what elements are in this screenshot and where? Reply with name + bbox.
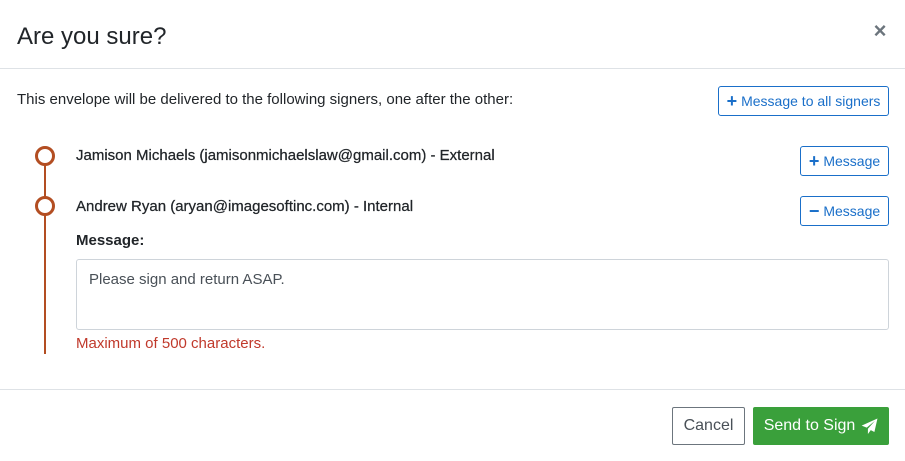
paper-plane-icon (861, 418, 878, 435)
character-limit-text: Maximum of 500 characters. (76, 335, 266, 352)
cancel-button[interactable]: Cancel (672, 407, 745, 445)
signer-item: Jamison Michaels (jamisonmichaelslaw@gma… (76, 147, 495, 164)
remove-message-button[interactable]: − Message (800, 196, 889, 226)
signer-timeline (44, 155, 46, 354)
message-label: Message: (76, 232, 145, 249)
message-to-all-signers-label: Message to all signers (741, 93, 881, 109)
timeline-dot-icon (35, 146, 55, 166)
signer-item: Andrew Ryan (aryan@imagesoftinc.com) - I… (76, 198, 414, 215)
plus-icon: + (808, 151, 820, 171)
close-icon[interactable]: × (866, 18, 894, 46)
timeline-dot-icon (35, 196, 55, 216)
add-message-button[interactable]: + Message (800, 146, 889, 176)
message-input[interactable]: Please sign and return ASAP. (76, 259, 889, 330)
intro-text: This envelope will be delivered to the f… (17, 91, 514, 108)
confirm-dialog: Are you sure? × This envelope will be de… (0, 0, 905, 461)
dialog-title: Are you sure? (17, 23, 167, 50)
plus-icon: + (726, 91, 738, 111)
send-to-sign-button[interactable]: Send to Sign (753, 407, 889, 445)
dialog-header: Are you sure? × (0, 0, 905, 69)
send-to-sign-label: Send to Sign (763, 417, 856, 434)
remove-message-label: Message (823, 203, 881, 219)
message-to-all-signers-button[interactable]: + Message to all signers (718, 86, 889, 116)
minus-icon: − (808, 201, 820, 221)
add-message-label: Message (823, 153, 881, 169)
